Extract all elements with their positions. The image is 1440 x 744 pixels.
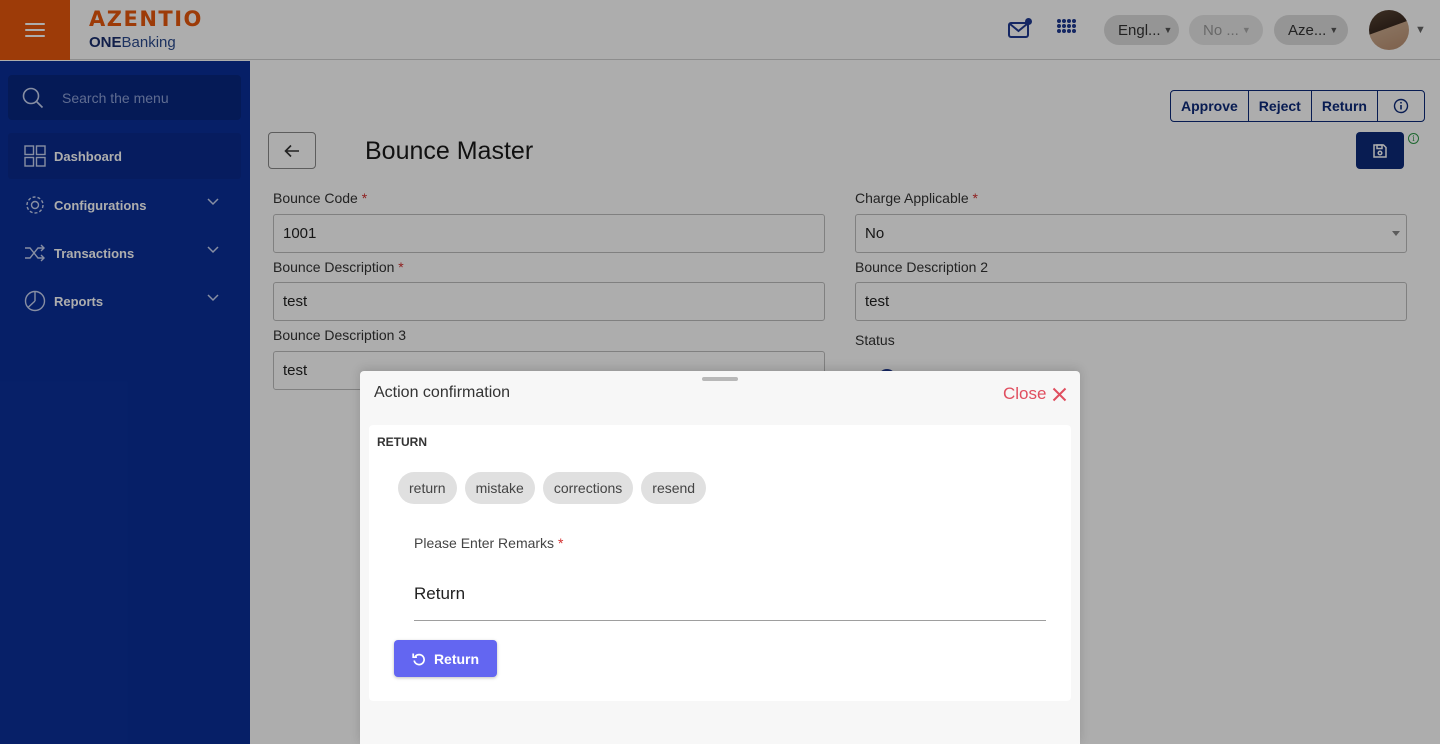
sheet-title: Action confirmation xyxy=(374,384,511,401)
close-icon xyxy=(1053,387,1067,401)
action-heading: RETURN xyxy=(377,435,427,449)
close-button[interactable]: Close xyxy=(1003,384,1067,404)
chip-resend[interactable]: resend xyxy=(641,472,707,504)
drag-handle[interactable] xyxy=(702,377,738,381)
chip-return[interactable]: return xyxy=(398,472,457,504)
chip-corrections[interactable]: corrections xyxy=(542,472,634,504)
chip-mistake[interactable]: mistake xyxy=(464,472,535,504)
remarks-label: Please Enter Remarks * xyxy=(414,535,564,551)
action-confirmation-sheet: Action confirmation Close RETURN return … xyxy=(360,371,1080,744)
return-card: RETURN return mistake corrections resend… xyxy=(369,425,1071,701)
undo-icon xyxy=(412,653,425,665)
return-submit-label: Return xyxy=(433,650,480,667)
close-label: Close xyxy=(1003,384,1047,403)
remarks-input[interactable] xyxy=(414,563,1046,621)
quick-remark-chips: return mistake corrections resend xyxy=(398,472,714,504)
return-submit-button[interactable]: Return xyxy=(394,640,497,677)
